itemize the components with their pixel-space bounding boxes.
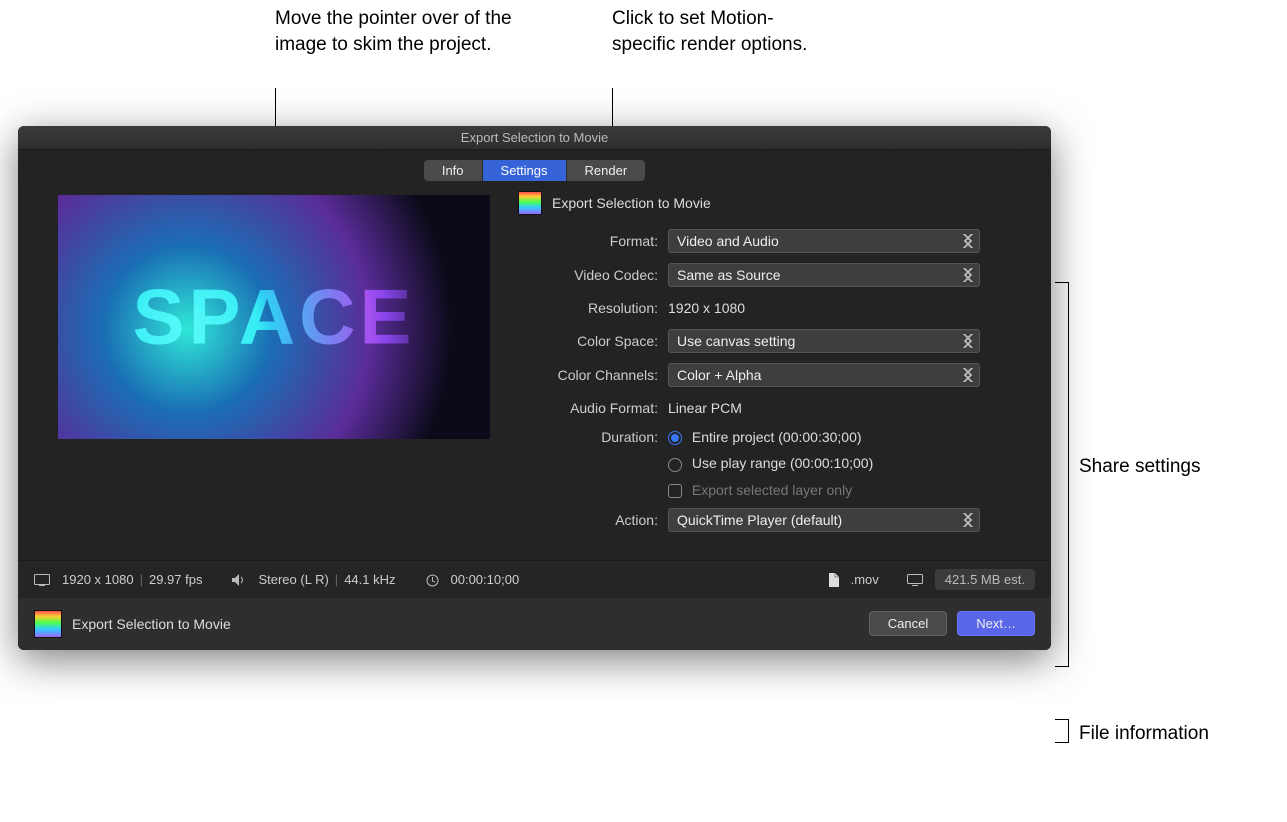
label-video-codec: Video Codec: [518,267,668,283]
status-extension: .mov [851,572,879,587]
checkbox-export-layer [668,484,682,498]
audio-format-value: Linear PCM [668,397,742,419]
callout-skim: Move the pointer over of the image to sk… [275,6,515,57]
speaker-icon [232,572,246,587]
panel-title: Export Selection to Movie [552,195,711,211]
label-resolution: Resolution: [518,300,668,316]
tab-render[interactable]: Render [567,160,646,181]
duration-range-label: Use play range (00:00:10;00) [692,455,873,471]
status-audio: Stereo (L R) [258,572,328,587]
status-fps: 29.97 fps [149,572,203,587]
file-icon [828,572,839,588]
settings-panel: Export Selection to Movie Format: Video … [518,191,1023,542]
status-khz: 44.1 kHz [344,572,395,587]
bracket-share [1055,282,1069,667]
color-channels-select[interactable]: Color + Alpha [668,363,980,387]
display-icon [34,572,50,587]
tab-bar: Info Settings Render [18,150,1051,187]
label-color-channels: Color Channels: [518,367,668,383]
status-size-est: 421.5 MB est. [935,569,1035,590]
resolution-value: 1920 x 1080 [668,297,745,319]
preview-text: SPACE [133,272,416,363]
radio-entire-project[interactable] [668,431,682,445]
export-layer-label: Export selected layer only [692,482,852,498]
footer-title: Export Selection to Movie [72,616,231,632]
label-color-space: Color Space: [518,333,668,349]
footer: Export Selection to Movie Cancel Next… [18,598,1051,650]
callout-render: Click to set Motion-specific render opti… [612,6,812,57]
video-codec-select[interactable]: Same as Source [668,263,980,287]
motion-icon [34,610,62,638]
motion-icon [518,191,542,215]
window-title: Export Selection to Movie [18,126,1051,150]
label-action: Action: [518,512,668,528]
color-space-select[interactable]: Use canvas setting [668,329,980,353]
monitor-icon [907,572,923,587]
radio-play-range[interactable] [668,458,682,472]
export-window: Export Selection to Movie Info Settings … [18,126,1051,650]
label-duration: Duration: [518,429,668,445]
tab-settings[interactable]: Settings [483,160,567,181]
status-duration: 00:00:10;00 [451,572,520,587]
bracket-fileinfo [1055,719,1069,743]
callout-file-info: File information [1079,721,1209,747]
label-audio-format: Audio Format: [518,400,668,416]
format-select[interactable]: Video and Audio [668,229,980,253]
next-button[interactable]: Next… [957,611,1035,636]
preview-skimmer[interactable]: SPACE [58,195,490,439]
duration-entire-label: Entire project (00:00:30;00) [692,429,862,445]
callout-share-settings: Share settings [1079,454,1200,480]
label-format: Format: [518,233,668,249]
tab-info[interactable]: Info [424,160,483,181]
status-dimensions: 1920 x 1080 [62,572,134,587]
cancel-button[interactable]: Cancel [869,611,947,636]
status-bar: 1920 x 1080 | 29.97 fps Stereo (L R) | 4… [18,560,1051,598]
action-select[interactable]: QuickTime Player (default) [668,508,980,532]
clock-icon [426,572,439,587]
